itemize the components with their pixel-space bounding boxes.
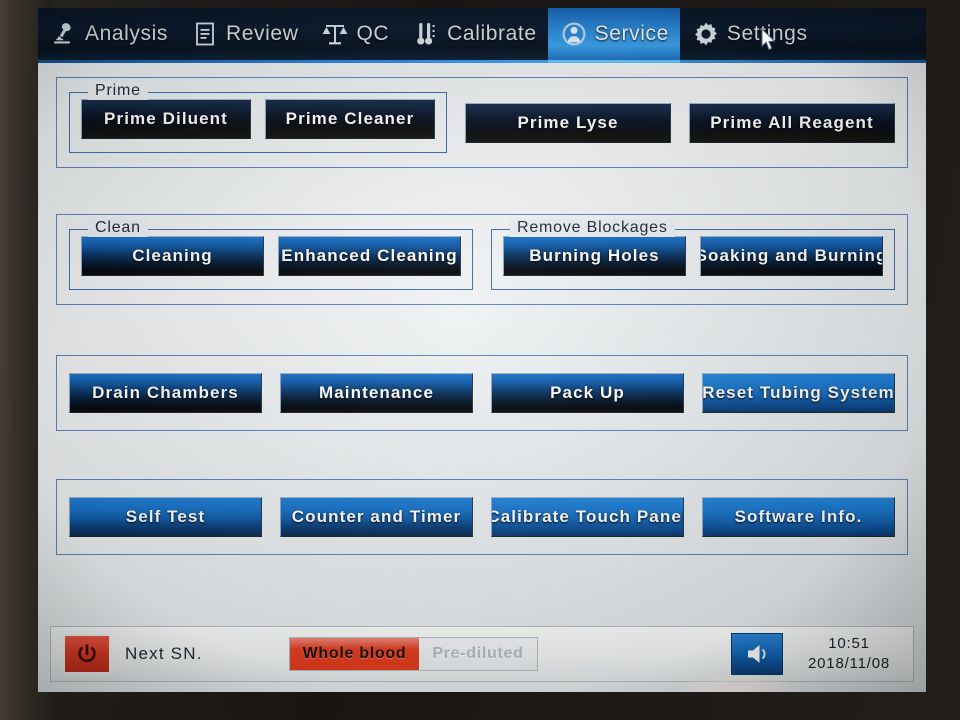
- clean-group-legend: Clean: [88, 219, 148, 237]
- speaker-icon: [748, 645, 766, 663]
- cleaning-button[interactable]: Cleaning: [81, 236, 264, 276]
- prime-lyse-button[interactable]: Prime Lyse: [465, 102, 671, 143]
- power-icon: [78, 644, 96, 663]
- counter-and-timer-button[interactable]: Counter and Timer: [280, 497, 473, 537]
- mode-whole-blood[interactable]: Whole blood: [289, 638, 420, 670]
- microscope-icon: [49, 19, 79, 49]
- person-icon: [559, 19, 589, 49]
- service-panel: Prime Prime Diluent Prime Cleaner Prime …: [38, 63, 926, 692]
- tab-label: Review: [226, 22, 299, 45]
- next-sn-label: Next SN.: [125, 644, 203, 663]
- power-button[interactable]: [63, 634, 111, 674]
- prime-group: Prime Prime Diluent Prime Cleaner: [69, 82, 447, 153]
- self-test-button[interactable]: Self Test: [69, 497, 262, 537]
- remove-blockages-group: Remove Blockages Burning Holes Soaking a…: [491, 219, 895, 290]
- tab-label: Service: [594, 22, 669, 45]
- software-info-button[interactable]: Software Info.: [702, 497, 895, 537]
- enhanced-cleaning-button[interactable]: Enhanced Cleaning: [278, 236, 461, 276]
- tab-analysis[interactable]: Analysis: [38, 8, 179, 60]
- clean-blockage-row: Clean Cleaning Enhanced Cleaning Remove …: [56, 214, 908, 305]
- status-bar: Next SN. Whole blood Pre-diluted 10:51 2…: [50, 626, 914, 682]
- tab-service[interactable]: Service: [547, 8, 681, 63]
- clock-date: 2018/11/08: [808, 655, 890, 672]
- tab-label: QC: [356, 22, 390, 45]
- drain-chambers-button[interactable]: Drain Chambers: [69, 373, 262, 413]
- top-navigation-bar: Analysis Review QC Calibrate Service Set…: [38, 8, 926, 63]
- tab-settings[interactable]: Settings: [680, 8, 819, 60]
- thermometer-icon: [411, 19, 441, 49]
- sample-mode-toggle[interactable]: Whole blood Pre-diluted: [288, 637, 538, 671]
- pack-up-button[interactable]: Pack Up: [491, 373, 684, 413]
- tab-qc[interactable]: QC: [309, 8, 400, 60]
- scales-icon: [320, 19, 350, 49]
- calibrate-touch-panel-button[interactable]: Calibrate Touch Panel: [491, 497, 684, 537]
- burning-holes-button[interactable]: Burning Holes: [503, 236, 686, 276]
- document-icon: [190, 19, 220, 49]
- speaker-button[interactable]: [731, 633, 783, 675]
- tab-calibrate[interactable]: Calibrate: [400, 8, 547, 60]
- diagnostics-row: Self Test Counter and Timer Calibrate To…: [56, 479, 908, 555]
- maintenance-row: Drain Chambers Maintenance Pack Up Reset…: [56, 355, 908, 431]
- tab-label: Analysis: [85, 22, 168, 45]
- tab-label: Calibrate: [447, 22, 537, 45]
- clean-group: Clean Cleaning Enhanced Cleaning: [69, 219, 473, 290]
- clock: 10:51 2018/11/08: [797, 634, 901, 675]
- prime-all-reagent-button[interactable]: Prime All Reagent: [689, 102, 895, 143]
- soaking-and-burning-button[interactable]: Soaking and Burning: [700, 236, 883, 276]
- prime-group-legend: Prime: [88, 82, 148, 100]
- prime-diluent-button[interactable]: Prime Diluent: [81, 99, 251, 139]
- prime-cleaner-button[interactable]: Prime Cleaner: [265, 99, 435, 139]
- maintenance-button[interactable]: Maintenance: [280, 373, 473, 413]
- gear-icon: [691, 19, 721, 49]
- mode-pre-diluted[interactable]: Pre-diluted: [419, 638, 537, 670]
- tab-label: Settings: [726, 22, 808, 45]
- lcd-screen: Analysis Review QC Calibrate Service Set…: [38, 8, 926, 692]
- clock-time: 10:51: [828, 634, 870, 652]
- tab-review[interactable]: Review: [179, 8, 309, 60]
- reset-tubing-system-button[interactable]: Reset Tubing System: [702, 373, 895, 413]
- remove-blockages-group-legend: Remove Blockages: [510, 219, 675, 237]
- analyzer-device: Analysis Review QC Calibrate Service Set…: [0, 0, 960, 720]
- prime-row: Prime Prime Diluent Prime Cleaner Prime …: [56, 77, 908, 168]
